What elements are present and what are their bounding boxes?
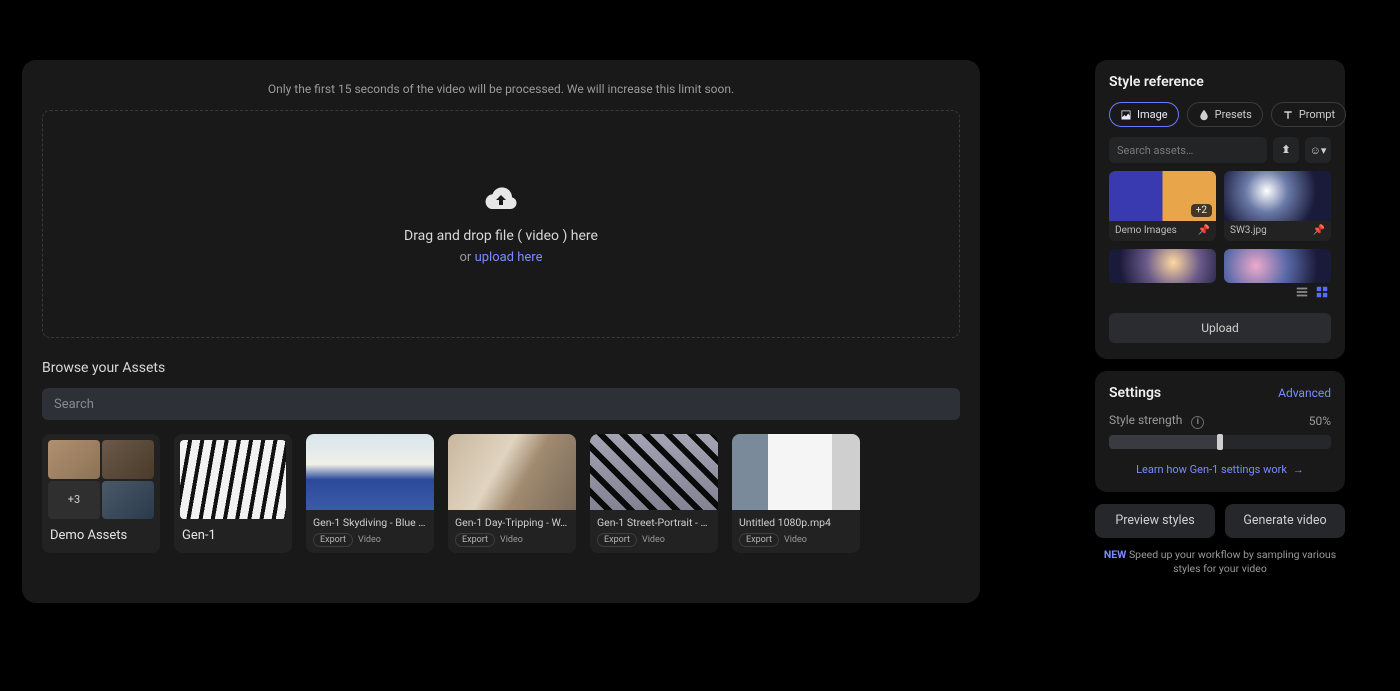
style-upload-button[interactable]: Upload	[1109, 313, 1331, 343]
export-tag: Export	[597, 533, 637, 547]
pin-icon: 📌	[1313, 225, 1325, 236]
style-strength-value: 50%	[1309, 414, 1331, 428]
tab-prompt[interactable]: Prompt	[1271, 102, 1346, 127]
asset-title: Gen-1 Street-Portrait - …	[597, 516, 711, 529]
asset-title: Untitled 1080p.mp4	[739, 516, 853, 529]
processing-notice: Only the first 15 seconds of the video w…	[42, 82, 960, 96]
video-tag: Video	[358, 535, 381, 545]
style-search-input[interactable]	[1109, 137, 1267, 163]
generate-video-button[interactable]: Generate video	[1225, 504, 1345, 538]
style-card[interactable]: SW3.jpg 📌	[1224, 171, 1331, 241]
video-tag: Video	[784, 535, 807, 545]
arrow-right-icon: →	[1293, 463, 1304, 476]
style-strength-label: Style strength	[1109, 413, 1182, 427]
main-panel: Only the first 15 seconds of the video w…	[22, 60, 980, 603]
upload-pin-button[interactable]	[1273, 137, 1299, 163]
style-reference-panel: Style reference Image Presets Prompt ☺▾	[1095, 60, 1345, 359]
export-tag: Export	[313, 533, 353, 547]
settings-title: Settings	[1109, 385, 1161, 401]
upload-link[interactable]: upload here	[475, 250, 543, 265]
more-button[interactable]: ☺▾	[1305, 137, 1331, 163]
asset-card[interactable]: Gen-1 Skydiving - Blue … Export Video	[306, 434, 434, 553]
text-icon	[1282, 109, 1294, 121]
asset-title: Gen-1 Skydiving - Blue …	[313, 516, 427, 529]
export-tag: Export	[455, 533, 495, 547]
list-view-button[interactable]	[1295, 285, 1309, 299]
tab-image[interactable]: Image	[1109, 102, 1179, 127]
tip-text: NEW Speed up your workflow by sampling v…	[1095, 548, 1345, 577]
action-row: Preview styles Generate video	[1095, 504, 1345, 538]
style-asset-grid: +2 Demo Images 📌 SW3.jpg 📌	[1109, 171, 1331, 301]
folder-name: Gen-1	[174, 519, 292, 553]
image-icon	[1120, 109, 1132, 121]
style-strength-slider[interactable]	[1109, 435, 1331, 449]
asset-card[interactable]: Gen-1 Day-Tripping - W… Export Video	[448, 434, 576, 553]
learn-settings-link[interactable]: Learn how Gen-1 settings work→	[1109, 463, 1331, 476]
browse-assets-label: Browse your Assets	[42, 360, 960, 376]
export-tag: Export	[739, 533, 779, 547]
asset-title: Gen-1 Day-Tripping - W…	[455, 516, 569, 529]
asset-row: +3 Demo Assets Gen-1 Gen-1 Skydiving - B…	[42, 434, 960, 553]
asset-card[interactable]: Gen-1 Street-Portrait - … Export Video	[590, 434, 718, 553]
tab-presets[interactable]: Presets	[1187, 102, 1263, 127]
extra-badge: +2	[1191, 204, 1212, 217]
style-card[interactable]: +2 Demo Images 📌	[1109, 171, 1216, 241]
droplet-icon	[1198, 109, 1210, 121]
grid-view-button[interactable]	[1315, 285, 1329, 299]
folder-extra-badge: +3	[48, 481, 100, 520]
dropzone-title: Drag and drop file ( video ) here	[404, 228, 598, 244]
folder-name: Demo Assets	[42, 519, 160, 553]
settings-panel: Settings Advanced Style strength i 50% L…	[1095, 371, 1345, 492]
side-column: Style reference Image Presets Prompt ☺▾	[1095, 60, 1345, 577]
style-tab-row: Image Presets Prompt	[1109, 102, 1331, 127]
asset-search-input[interactable]	[42, 388, 960, 420]
preview-styles-button[interactable]: Preview styles	[1095, 504, 1215, 538]
video-tag: Video	[642, 535, 665, 545]
style-tools-row: ☺▾	[1109, 137, 1331, 163]
info-icon[interactable]: i	[1191, 416, 1204, 429]
video-dropzone[interactable]: Drag and drop file ( video ) here or upl…	[42, 110, 960, 338]
style-reference-title: Style reference	[1109, 74, 1331, 90]
style-card-name: Demo Images	[1115, 225, 1177, 236]
smiley-icon: ☺▾	[1310, 144, 1327, 157]
folder-gen-1[interactable]: Gen-1	[174, 434, 292, 553]
video-tag: Video	[500, 535, 523, 545]
dropzone-subtitle: or upload here	[460, 250, 543, 265]
pin-icon: 📌	[1198, 225, 1210, 236]
style-card-peek[interactable]	[1109, 249, 1216, 283]
asset-card[interactable]: Untitled 1080p.mp4 Export Video	[732, 434, 860, 553]
folder-demo-assets[interactable]: +3 Demo Assets	[42, 434, 160, 553]
style-card-peek[interactable]	[1224, 249, 1331, 283]
view-toggle	[1295, 285, 1329, 299]
advanced-link[interactable]: Advanced	[1278, 386, 1331, 400]
cloud-upload-icon	[483, 184, 519, 214]
pin-icon	[1280, 144, 1292, 156]
style-card-name: SW3.jpg	[1230, 225, 1267, 236]
